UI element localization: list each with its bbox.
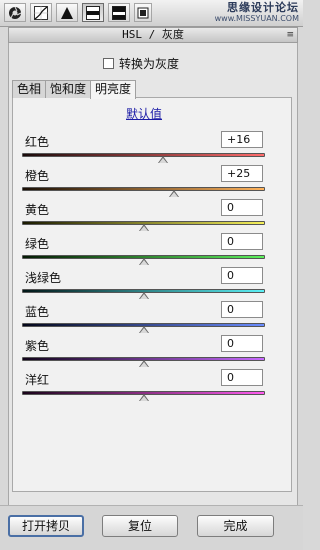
- watermark: 思缘设计论坛 www.MISSYUAN.COM: [215, 2, 299, 24]
- slider-label: 黄色: [25, 203, 50, 217]
- slider-value-input[interactable]: 0: [221, 369, 263, 386]
- panel-menu-icon[interactable]: ≡: [286, 28, 294, 42]
- slider-track[interactable]: [22, 187, 265, 191]
- convert-to-grayscale-label: 转换为灰度: [119, 56, 180, 71]
- slider-thumb[interactable]: [169, 190, 179, 197]
- tool-basic[interactable]: [4, 3, 26, 22]
- slider-row: 绿色 0: [22, 233, 267, 265]
- slider-thumb[interactable]: [139, 394, 149, 401]
- convert-to-grayscale[interactable]: 转换为灰度: [103, 55, 179, 71]
- lens-corrections-icon: [137, 7, 149, 18]
- slider-thumb[interactable]: [139, 292, 149, 299]
- tool-tone-curve[interactable]: [30, 3, 52, 22]
- tab-saturation[interactable]: 饱和度: [45, 80, 92, 98]
- tab-bar: 色相 饱和度 明亮度: [12, 80, 137, 99]
- panel-title: HSL / 灰度: [122, 28, 184, 41]
- open-copy-button[interactable]: 打开拷贝: [8, 515, 84, 537]
- slider-row: 洋红 0: [22, 369, 267, 401]
- slider-row: 浅绿色 0: [22, 267, 267, 299]
- slider-label: 橙色: [25, 169, 50, 183]
- slider-thumb[interactable]: [139, 258, 149, 265]
- slider-track[interactable]: [22, 153, 265, 157]
- slider-row: 黄色 0: [22, 199, 267, 231]
- slider-label: 紫色: [25, 339, 50, 353]
- slider-value-input[interactable]: 0: [221, 301, 263, 318]
- default-link[interactable]: 默认值: [126, 105, 162, 122]
- slider-thumb[interactable]: [139, 326, 149, 333]
- footer: 打开拷贝 复位 完成: [0, 505, 303, 550]
- slider-value-input[interactable]: 0: [221, 267, 263, 284]
- hsl-grayscale-icon: [86, 5, 100, 20]
- slider-value-input[interactable]: 0: [221, 233, 263, 250]
- tone-curve-icon: [34, 5, 48, 20]
- panel-header: HSL / 灰度 ≡: [8, 27, 298, 43]
- slider-label: 浅绿色: [25, 271, 62, 285]
- slider-row: 紫色 0: [22, 335, 267, 367]
- watermark-url: www.MISSYUAN.COM: [214, 14, 299, 23]
- sharpen-triangle-icon: [61, 6, 73, 19]
- tool-split-toning[interactable]: [108, 3, 130, 22]
- slider-label: 蓝色: [25, 305, 50, 319]
- slider-thumb[interactable]: [139, 360, 149, 367]
- aperture-icon: [9, 6, 22, 19]
- slider-thumb[interactable]: [139, 224, 149, 231]
- tab-luminance[interactable]: 明亮度: [90, 80, 137, 99]
- slider-row: 橙色 +25: [22, 165, 267, 197]
- slider-value-input[interactable]: 0: [221, 335, 263, 352]
- slider-label: 洋红: [25, 373, 50, 387]
- watermark-title: 思缘设计论坛: [227, 1, 299, 14]
- toolbar: 思缘设计论坛 www.MISSYUAN.COM: [0, 0, 303, 27]
- slider-label: 红色: [25, 135, 50, 149]
- slider-value-input[interactable]: 0: [221, 199, 263, 216]
- slider-thumb[interactable]: [158, 156, 168, 163]
- tool-detail[interactable]: [56, 3, 78, 22]
- reset-button[interactable]: 复位: [102, 515, 178, 537]
- split-toning-icon: [112, 5, 126, 20]
- slider-row: 蓝色 0: [22, 301, 267, 333]
- tab-hue[interactable]: 色相: [12, 80, 47, 98]
- tool-hsl-grayscale[interactable]: [82, 3, 104, 22]
- slider-value-input[interactable]: +25: [221, 165, 263, 182]
- convert-to-grayscale-checkbox[interactable]: [103, 57, 114, 69]
- done-button[interactable]: 完成: [197, 515, 274, 537]
- slider-value-input[interactable]: +16: [221, 131, 263, 148]
- slider-label: 绿色: [25, 237, 50, 251]
- slider-row: 红色 +16: [22, 131, 267, 163]
- tool-lens[interactable]: [134, 3, 152, 22]
